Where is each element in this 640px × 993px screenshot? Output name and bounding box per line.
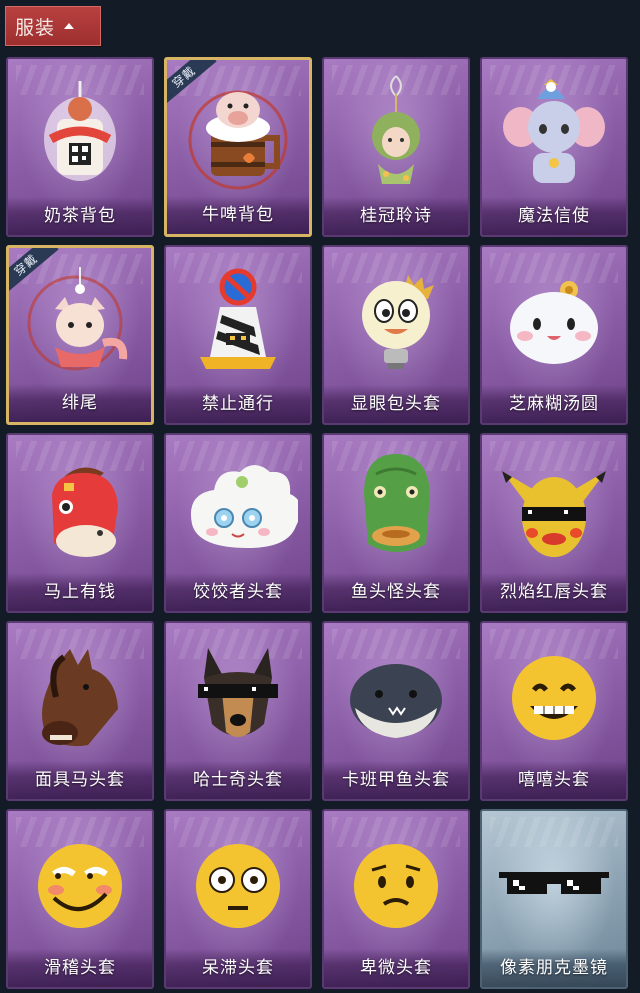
item-card[interactable]: 像素朋克墨镜 (480, 809, 628, 989)
item-card[interactable]: 魔法信使 (480, 57, 628, 237)
dazed-emoji-icon (166, 821, 310, 951)
item-card[interactable]: 饺饺者头套 (164, 433, 312, 613)
lightbulb-head-icon (324, 257, 468, 387)
fox-charm-icon (9, 258, 151, 388)
category-tab-label: 服装 (15, 16, 56, 39)
item-name: 面具马头套 (8, 761, 152, 799)
item-card[interactable]: 滑稽头套 (6, 809, 154, 989)
item-card[interactable]: 显眼包头套 (322, 245, 470, 425)
item-name: 烈焰红唇头套 (482, 573, 626, 611)
item-name: 芝麻糊汤圆 (482, 385, 626, 423)
humble-emoji-icon (324, 821, 468, 951)
item-name: 嘻嘻头套 (482, 761, 626, 799)
item-card[interactable]: 卑微头套 (322, 809, 470, 989)
item-card[interactable]: 鱼头怪头套 (322, 433, 470, 613)
yellow-mouse-head-icon (482, 445, 626, 575)
chevron-up-icon (64, 23, 75, 29)
item-card[interactable]: 禁止通行 (164, 245, 312, 425)
item-card[interactable]: 马上有钱 (6, 433, 154, 613)
item-card[interactable]: 卡班甲鱼头套 (322, 621, 470, 801)
item-name: 绯尾 (9, 384, 151, 422)
fish-head-icon (324, 445, 468, 575)
item-name: 马上有钱 (8, 573, 152, 611)
category-tab-costume[interactable]: 服装 (5, 6, 101, 46)
horse-mask-icon (8, 633, 152, 763)
cow-beer-bag-icon (167, 70, 309, 200)
item-card[interactable]: 桂冠聆诗 (322, 57, 470, 237)
item-name: 禁止通行 (166, 385, 310, 423)
item-card[interactable]: 呆滞头套 (164, 809, 312, 989)
husky-head-icon (166, 633, 310, 763)
item-name: 像素朋克墨镜 (482, 949, 626, 987)
pixel-sunglasses-icon (482, 821, 626, 951)
item-name: 饺饺者头套 (166, 573, 310, 611)
item-name: 哈士奇头套 (166, 761, 310, 799)
funny-emoji-icon (8, 821, 152, 951)
item-name: 鱼头怪头套 (324, 573, 468, 611)
item-name: 滑稽头套 (8, 949, 152, 987)
item-card[interactable]: 奶茶背包 (6, 57, 154, 237)
item-card[interactable]: 嘻嘻头套 (480, 621, 628, 801)
dumpling-head-icon (166, 445, 310, 575)
whale-head-icon (324, 633, 468, 763)
item-card[interactable]: 面具马头套 (6, 621, 154, 801)
red-horse-head-icon (8, 445, 152, 575)
item-name: 卑微头套 (324, 949, 468, 987)
laurel-charm-icon (324, 69, 468, 199)
item-name: 桂冠聆诗 (324, 197, 468, 235)
item-name: 显眼包头套 (324, 385, 468, 423)
tangyuan-head-icon (482, 257, 626, 387)
item-card[interactable]: 芝麻糊汤圆 (480, 245, 628, 425)
no-entry-cone-icon (166, 257, 310, 387)
item-name: 呆滞头套 (166, 949, 310, 987)
magic-elephant-icon (482, 69, 626, 199)
item-grid: 奶茶背包 穿戴 牛啤背包 桂冠聆诗 魔法信使 穿戴 绯尾 禁止通行 显眼包头套 … (6, 57, 628, 989)
item-card[interactable]: 穿戴 绯尾 (6, 245, 154, 425)
milk-tea-bag-icon (8, 69, 152, 199)
item-card[interactable]: 穿戴 牛啤背包 (164, 57, 312, 237)
item-name: 卡班甲鱼头套 (324, 761, 468, 799)
item-name: 奶茶背包 (8, 197, 152, 235)
grin-emoji-icon (482, 633, 626, 763)
item-name: 魔法信使 (482, 197, 626, 235)
item-card[interactable]: 哈士奇头套 (164, 621, 312, 801)
item-card[interactable]: 烈焰红唇头套 (480, 433, 628, 613)
item-name: 牛啤背包 (167, 196, 309, 234)
